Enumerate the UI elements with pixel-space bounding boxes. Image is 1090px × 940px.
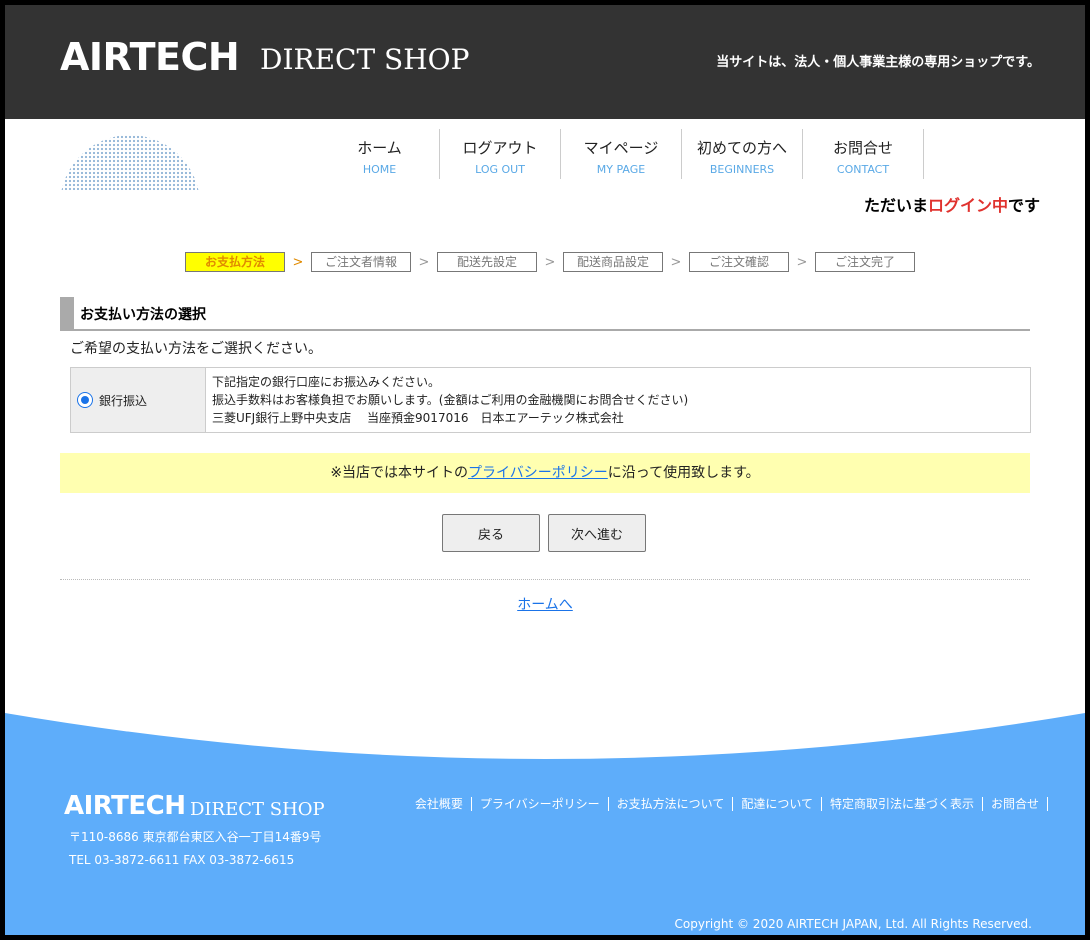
login-status-suffix: です: [1007, 196, 1040, 215]
step-arrow: >: [292, 254, 304, 270]
main-nav: ホーム HOME ログアウト LOG OUT マイページ MY PAGE 初めて…: [320, 129, 924, 179]
step-shipping-address: 配送先設定: [437, 252, 537, 272]
footer-logo-subtitle[interactable]: DIRECT SHOP: [190, 799, 325, 820]
payment-option-details: 下記指定の銀行口座にお振込みください。 振込手数料はお客様負担でお願いします。(…: [206, 368, 688, 432]
footer-phone: TEL 03-3872-6611 FAX 03-3872-6615: [69, 853, 295, 867]
nav-sublabel: HOME: [362, 163, 397, 176]
step-orderer-info: ご注文者情報: [311, 252, 411, 272]
checkout-steps: お支払方法 > ご注文者情報 > 配送先設定 > 配送商品設定 > ご注文確認 …: [185, 252, 915, 272]
header-bar: AIRTECH DIRECT SHOP 当サイトは、法人・個人事業主様の専用ショ…: [5, 5, 1085, 119]
nav-label: マイページ: [583, 139, 659, 157]
nav-sublabel: LOG OUT: [475, 163, 525, 176]
radio-button-selected[interactable]: [77, 392, 93, 408]
section-heading-bar: [60, 297, 74, 329]
dotted-divider: [60, 579, 1030, 580]
site-logo[interactable]: AIRTECH: [60, 35, 240, 79]
nav-beginners[interactable]: 初めての方へ BEGINNERS: [682, 129, 803, 179]
header-tagline: 当サイトは、法人・個人事業主様の専用ショップです。: [716, 55, 1040, 70]
nav-logout[interactable]: ログアウト LOG OUT: [440, 129, 561, 179]
privacy-prefix: ※当店では本サイトの: [330, 465, 469, 481]
footer-link-delivery[interactable]: 配達について: [733, 797, 822, 811]
nav-label: 初めての方へ: [696, 139, 787, 157]
nav-home[interactable]: ホーム HOME: [320, 129, 440, 179]
payment-option-label: 銀行振込: [99, 393, 148, 408]
nav-sublabel: BEGINNERS: [709, 163, 775, 176]
footer-link-privacy[interactable]: プライバシーポリシー: [472, 797, 609, 811]
footer-links: 会社概要 プライバシーポリシー お支払方法について 配達について 特定商取引法に…: [407, 797, 1048, 811]
payment-options-table: 銀行振込 下記指定の銀行口座にお振込みください。 振込手数料はお客様負担でお願い…: [70, 367, 1031, 433]
payment-detail-line: 三菱UFJ銀行上野中央支店 当座預金9017016 日本エアーテック株式会社: [212, 411, 624, 425]
step-arrow: >: [796, 254, 808, 270]
section-heading: お支払い方法の選択: [60, 297, 1030, 331]
nav-sublabel: MY PAGE: [596, 163, 646, 176]
footer-link-legal[interactable]: 特定商取引法に基づく表示: [822, 797, 983, 811]
site-logo-subtitle[interactable]: DIRECT SHOP: [260, 43, 469, 76]
login-status-highlight: ログイン中: [927, 196, 1008, 215]
footer-address: 〒110-8686 東京都台東区入谷一丁目14番9号: [69, 830, 322, 844]
privacy-notice: ※当店では本サイトのプライバシーポリシーに沿って使用致します。: [60, 453, 1030, 493]
nav-sublabel: CONTACT: [836, 163, 890, 176]
step-arrow: >: [418, 254, 430, 270]
footer-logo[interactable]: AIRTECH: [64, 791, 186, 821]
step-payment-method: お支払方法: [185, 252, 285, 272]
footer-link-company[interactable]: 会社概要: [407, 797, 472, 811]
privacy-suffix: に沿って使用致します。: [607, 465, 760, 481]
nav-contact[interactable]: お問合せ CONTACT: [803, 129, 924, 179]
nav-label: ホーム: [357, 139, 402, 157]
copyright: Copyright © 2020 AIRTECH JAPAN, Ltd. All…: [674, 917, 1032, 931]
nav-label: ログアウト: [462, 139, 538, 157]
dotted-semicircle-decoration: [60, 135, 200, 190]
step-order-complete: ご注文完了: [815, 252, 915, 272]
step-order-confirm: ご注文確認: [689, 252, 789, 272]
section-title: お支払い方法の選択: [80, 307, 206, 323]
login-status: ただいまログイン中です: [864, 192, 1040, 216]
step-arrow: >: [670, 254, 682, 270]
payment-option-bank-transfer[interactable]: 銀行振込: [71, 368, 206, 432]
step-arrow: >: [544, 254, 556, 270]
login-status-prefix: ただいま: [863, 196, 928, 215]
step-shipping-items: 配送商品設定: [563, 252, 663, 272]
section-lead: ご希望の支払い方法をご選択ください。: [70, 341, 322, 357]
nav-mypage[interactable]: マイページ MY PAGE: [561, 129, 682, 179]
home-link: ホームへ: [5, 594, 1085, 614]
page-frame: AIRTECH DIRECT SHOP 当サイトは、法人・個人事業主様の専用ショ…: [5, 5, 1085, 935]
nav-label: お問合せ: [832, 139, 893, 157]
home-link-text[interactable]: ホームへ: [517, 597, 573, 613]
next-button[interactable]: 次へ進む: [548, 514, 646, 552]
payment-detail-line: 下記指定の銀行口座にお振込みください。: [212, 375, 441, 389]
privacy-policy-link[interactable]: プライバシーポリシー: [468, 465, 608, 481]
back-button[interactable]: 戻る: [442, 514, 540, 552]
payment-detail-line: 振込手数料はお客様負担でお願いします。(金額はご利用の金融機関にお問合せください…: [212, 393, 689, 407]
footer-link-payment[interactable]: お支払方法について: [609, 797, 734, 811]
footer-link-contact[interactable]: お問合せ: [983, 797, 1048, 811]
